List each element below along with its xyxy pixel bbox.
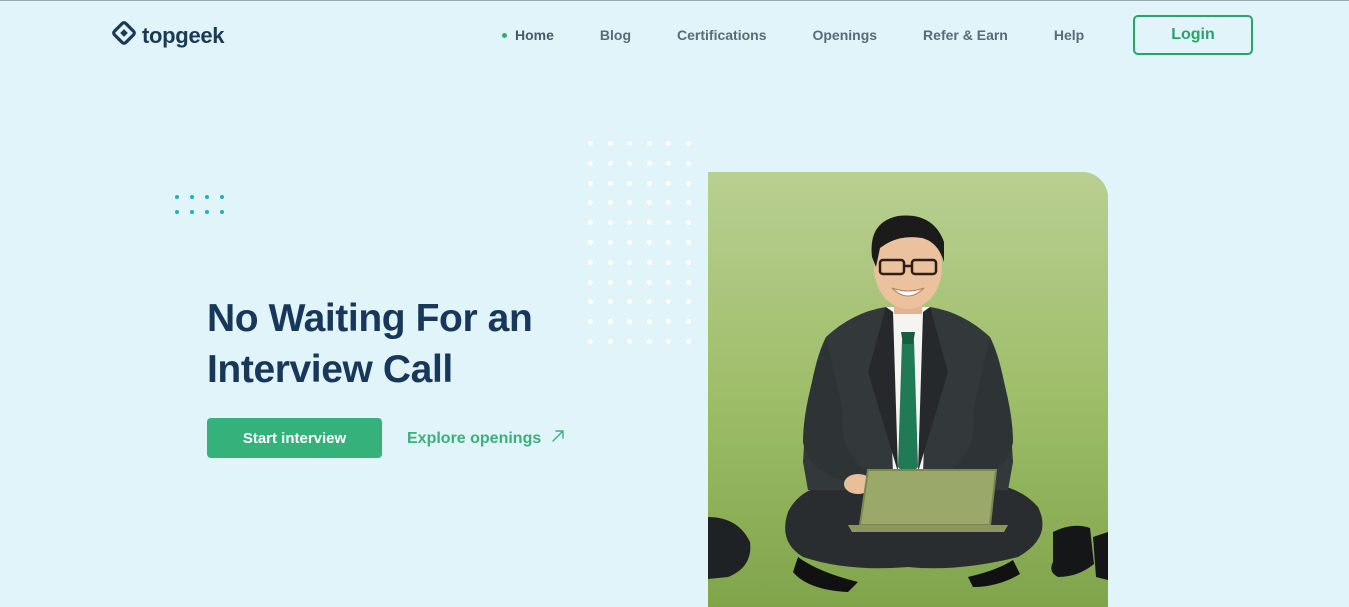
businessman-with-laptop-photo xyxy=(708,172,1108,607)
nav-item-label: Refer & Earn xyxy=(923,27,1008,43)
decorative-dot xyxy=(666,299,672,305)
nav-item-label: Help xyxy=(1053,27,1085,43)
decorative-dot xyxy=(666,220,672,226)
decorative-dot xyxy=(607,160,613,166)
hero-title-line-2: Interview Call xyxy=(207,348,453,391)
nav-item-label: Home xyxy=(515,27,554,43)
arrow-up-right-icon xyxy=(551,429,565,448)
decorative-dot xyxy=(627,160,633,166)
decorative-dot xyxy=(607,259,613,265)
decorative-dot xyxy=(588,259,593,265)
decorative-dot xyxy=(627,141,633,146)
decorative-dot xyxy=(627,239,633,245)
start-interview-button[interactable]: Start interview xyxy=(207,418,382,458)
explore-openings-label: Explore openings xyxy=(407,429,542,447)
nav-item-blog[interactable]: Blog xyxy=(600,27,631,43)
decorative-dot xyxy=(685,239,691,245)
decorative-dot xyxy=(627,279,633,285)
decorative-dot xyxy=(685,220,691,226)
decorative-dot xyxy=(627,259,633,265)
nav-item-label: Blog xyxy=(599,27,632,43)
decorative-dot xyxy=(666,200,672,206)
decorative-dot xyxy=(685,338,691,344)
decorative-dot xyxy=(646,319,652,325)
decorative-dot xyxy=(646,220,652,226)
decorative-dot xyxy=(646,279,652,285)
main-nav: Home Blog Certifications Openings Refer … xyxy=(502,27,1130,43)
decorative-dot xyxy=(666,259,672,265)
nav-item-label: Openings xyxy=(812,27,878,43)
brand-logo[interactable]: topgeek xyxy=(112,21,225,50)
decorative-dot xyxy=(588,220,593,226)
decorative-dot xyxy=(685,200,691,206)
decorative-dot xyxy=(627,319,633,325)
decorative-dot xyxy=(627,299,633,305)
decorative-dot xyxy=(685,299,691,305)
active-dot-icon xyxy=(502,32,507,38)
decorative-dot xyxy=(685,180,691,186)
decorative-dot xyxy=(646,160,652,166)
decorative-dot xyxy=(627,200,633,206)
decorative-dot xyxy=(627,338,633,344)
login-button[interactable]: Login xyxy=(1133,15,1253,55)
decorative-dot xyxy=(666,141,672,146)
decorative-dot xyxy=(607,239,613,245)
decorative-dot xyxy=(685,279,691,285)
decorative-dot xyxy=(607,180,613,186)
nav-item-certifications[interactable]: Certifications xyxy=(677,27,766,43)
decorative-dot xyxy=(588,141,593,146)
decorative-dot xyxy=(685,141,691,146)
decorative-dot xyxy=(607,141,613,146)
decorative-dot xyxy=(646,259,652,265)
decorative-dot xyxy=(666,319,672,325)
decorative-dot xyxy=(588,279,593,285)
hero-title: No Waiting For an Interview Call xyxy=(207,293,627,395)
decorative-dot xyxy=(588,160,593,166)
decorative-dot xyxy=(666,239,672,245)
decorative-dot xyxy=(588,180,593,186)
decorative-dots-cyan xyxy=(175,195,224,214)
decorative-dot xyxy=(646,338,652,344)
explore-openings-link[interactable]: Explore openings xyxy=(407,429,565,448)
decorative-dot xyxy=(588,239,593,245)
brand-name: topgeek xyxy=(142,22,225,48)
decorative-dot xyxy=(685,319,691,325)
nav-item-help[interactable]: Help xyxy=(1054,27,1084,43)
decorative-dot xyxy=(685,160,691,166)
decorative-dot xyxy=(627,220,633,226)
hero-title-line-1: No Waiting For an xyxy=(207,297,533,340)
decorative-dot xyxy=(646,239,652,245)
decorative-dot xyxy=(666,180,672,186)
decorative-dot xyxy=(666,279,672,285)
decorative-dot xyxy=(685,259,691,265)
decorative-dot xyxy=(646,180,652,186)
decorative-dot xyxy=(588,200,593,206)
decorative-dot xyxy=(646,200,652,206)
decorative-dot xyxy=(666,160,672,166)
decorative-dot xyxy=(607,200,613,206)
diamond-logo-icon xyxy=(112,21,136,50)
decorative-dot xyxy=(627,180,633,186)
nav-item-refer-earn[interactable]: Refer & Earn xyxy=(923,27,1008,43)
nav-item-home[interactable]: Home xyxy=(502,27,554,43)
decorative-dot xyxy=(646,141,652,146)
nav-item-openings[interactable]: Openings xyxy=(812,27,877,43)
decorative-dot xyxy=(646,299,652,305)
decorative-dot xyxy=(666,338,672,344)
decorative-dot xyxy=(607,220,613,226)
nav-item-label: Certifications xyxy=(677,27,767,43)
decorative-dot xyxy=(607,279,613,285)
